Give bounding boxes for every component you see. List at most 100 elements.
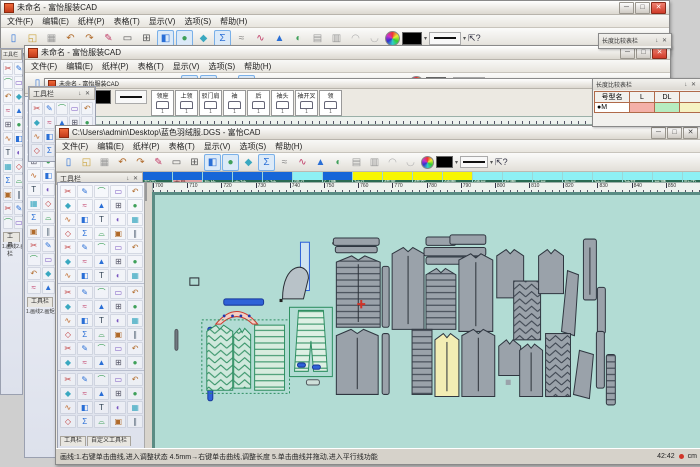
toolbar-tab[interactable]: 工具栏 — [27, 297, 53, 307]
tool-icon-4[interactable]: ↶ — [127, 286, 143, 299]
tool-icon-17[interactable]: ⌓ — [42, 211, 56, 224]
close-button[interactable]: ✕ — [651, 2, 666, 14]
tray-b-icon[interactable]: ◡ — [366, 30, 383, 47]
tool-icon-19[interactable]: ∥ — [127, 227, 143, 240]
brush-icon[interactable]: ∿ — [252, 30, 269, 47]
tool-icon-1[interactable]: ✎ — [44, 102, 56, 115]
tool-icon-10[interactable]: ∿ — [60, 401, 76, 414]
tool-icon-11[interactable]: ◧ — [44, 130, 56, 143]
tool-icon-7[interactable]: ▲ — [94, 387, 110, 400]
tool-icon-19[interactable]: ∥ — [127, 328, 143, 341]
menu-item-2[interactable]: 纸样(P) — [102, 61, 129, 72]
tool-icon-10[interactable]: ∿ — [60, 213, 76, 226]
tool-icon-2[interactable]: ⌒ — [56, 102, 68, 115]
tool-icon-27[interactable]: ▲ — [94, 356, 110, 369]
save-file-icon[interactable]: ▦ — [96, 154, 113, 171]
size-cell[interactable] — [630, 103, 655, 113]
tool-icon-13[interactable]: ◐ — [110, 401, 126, 414]
tool-icon-21[interactable]: ✎ — [14, 202, 24, 215]
tool-icon-25[interactable]: ◆ — [42, 267, 56, 280]
frame-select-icon[interactable]: ▭ — [119, 30, 136, 47]
tool-icon-7[interactable]: ▲ — [94, 300, 110, 313]
tool-grid-grading[interactable]: ✂✎⌒▭↶◆≈▲⊞●∿◧T◐▦◇Σ⌓▣∥ — [58, 371, 145, 430]
color-swatch-black[interactable] — [402, 32, 422, 45]
close-button[interactable]: ✕ — [683, 127, 698, 139]
titlebar[interactable]: 未命名 - 富怡服装CAD ─ □ ✕ — [1, 1, 669, 15]
tool-grid-draw[interactable]: ✂✎⌒▭↶◆≈▲⊞●∿◧T◐▦◇Σ⌓▣∥✂✎⌒▭↶◆≈▲⊞●∿◧T◐▦ — [58, 183, 145, 284]
tool-icon-0[interactable]: ✂ — [3, 62, 13, 75]
tool-icon-4[interactable]: ↶ — [3, 90, 13, 103]
tool-icon-26[interactable]: ≈ — [77, 255, 93, 268]
pin-icon[interactable]: ↓ — [78, 91, 82, 97]
tool-icon-11[interactable]: ◧ — [14, 132, 24, 145]
tool-icon-7[interactable]: ▲ — [14, 104, 24, 117]
sigma-measure-icon[interactable]: Σ — [214, 30, 231, 47]
mannequin-icon[interactable]: ▲ — [271, 30, 288, 47]
tab-toolbar[interactable]: 工具栏 — [60, 436, 86, 446]
tool-icon-12[interactable]: T — [27, 183, 41, 196]
tool-icon-18[interactable]: ▣ — [110, 415, 126, 428]
tool-icon-14[interactable]: ▦ — [3, 160, 13, 173]
tool-icon-15[interactable]: ◇ — [14, 160, 24, 173]
menu-item-3[interactable]: 表格(T) — [138, 61, 164, 72]
menu-item-6[interactable]: 帮助(H) — [220, 16, 247, 27]
tool-icon-28[interactable]: ⊞ — [110, 356, 126, 369]
tool-icon-2[interactable]: ⌒ — [94, 373, 110, 386]
layout-icon[interactable]: ▥ — [328, 30, 345, 47]
tool-icon-1[interactable]: ✎ — [77, 286, 93, 299]
tool-icon-22[interactable]: ⌒ — [94, 342, 110, 355]
tool-icon-3[interactable]: ▭ — [110, 286, 126, 299]
tool-icon-8[interactable]: ⊞ — [3, 118, 13, 131]
tray-a-icon[interactable]: ◠ — [347, 30, 364, 47]
tool-icon-24[interactable]: ↶ — [127, 342, 143, 355]
tool-icon-21[interactable]: ✎ — [77, 241, 93, 254]
tool-icon-15[interactable]: ◇ — [60, 328, 76, 341]
color-wheel-icon[interactable] — [385, 31, 400, 46]
menu-item-3[interactable]: 表格(T) — [114, 16, 140, 27]
tool-icon-4[interactable]: ↶ — [127, 185, 143, 198]
size-table-icon[interactable]: ⊞ — [138, 30, 155, 47]
tool-icon-9[interactable]: ● — [14, 118, 24, 131]
context-help-icon[interactable]: ⇱? — [468, 33, 481, 44]
tool-icon-3[interactable]: ▭ — [110, 373, 126, 386]
size-cell[interactable]: ●M — [595, 103, 630, 113]
tool-icon-34[interactable]: ▦ — [127, 269, 143, 282]
color-fill-icon[interactable]: ◆ — [240, 154, 257, 171]
tool-icon-4[interactable]: ↶ — [81, 102, 93, 115]
menu-item-1[interactable]: 编辑(E) — [97, 141, 124, 152]
mannequin-icon[interactable]: ▲ — [312, 154, 329, 171]
tool-icon-20[interactable]: ✂ — [3, 202, 13, 215]
tool-icon-20[interactable]: ✂ — [60, 241, 76, 254]
color-fill-icon[interactable]: ◆ — [195, 30, 212, 47]
minimize-button[interactable]: ─ — [651, 127, 666, 139]
tray-b-icon[interactable]: ◡ — [402, 154, 419, 171]
tool-icon-12[interactable]: T — [94, 314, 110, 327]
line-width-selector[interactable] — [429, 32, 461, 45]
tool-icon-13[interactable]: ◐ — [110, 314, 126, 327]
tool-icon-20[interactable]: ✂ — [60, 342, 76, 355]
tool-icon-12[interactable]: T — [94, 213, 110, 226]
line-dropdown-icon[interactable]: ▾ — [463, 35, 466, 42]
tool-icon-3[interactable]: ▭ — [69, 102, 81, 115]
tool-icon-23[interactable]: ▭ — [110, 342, 126, 355]
tool-icon-10[interactable]: ∿ — [27, 169, 41, 182]
tool-icon-2[interactable]: ⌒ — [3, 76, 13, 89]
close-icon[interactable]: ✕ — [85, 91, 91, 97]
tool-icon-16[interactable]: Σ — [77, 328, 93, 341]
pattern-thumb-袖头[interactable]: 袖头1 — [271, 90, 294, 116]
tool-icon-11[interactable]: ◧ — [77, 401, 93, 414]
tool-icon-13[interactable]: ◐ — [110, 213, 126, 226]
tool-icon-15[interactable]: ◇ — [60, 227, 76, 240]
tool-icon-26[interactable]: ≈ — [77, 356, 93, 369]
grading-icon[interactable]: ◐ — [330, 154, 347, 171]
tool-icon-0[interactable]: ✂ — [31, 102, 43, 115]
titlebar[interactable]: 未命名 - 富怡服装CAD ─ □ ✕ — [25, 46, 670, 60]
tool-icon-9[interactable]: ● — [127, 199, 143, 212]
tab-custom-toolbar[interactable]: 自定义工具栏 — [87, 436, 131, 446]
tool-icon-18[interactable]: ▣ — [3, 188, 13, 201]
open-file-icon[interactable]: ◱ — [24, 30, 41, 47]
tool-icon-18[interactable]: ▣ — [110, 227, 126, 240]
tool-icon-12[interactable]: T — [3, 146, 13, 159]
tool-grid-pattern[interactable]: ✂✎⌒▭↶◆≈▲⊞●∿◧T◐▦◇Σ⌓▣∥✂✎⌒▭↶◆≈▲⊞● — [58, 284, 145, 371]
menu-item-6[interactable]: 帮助(H) — [275, 141, 302, 152]
